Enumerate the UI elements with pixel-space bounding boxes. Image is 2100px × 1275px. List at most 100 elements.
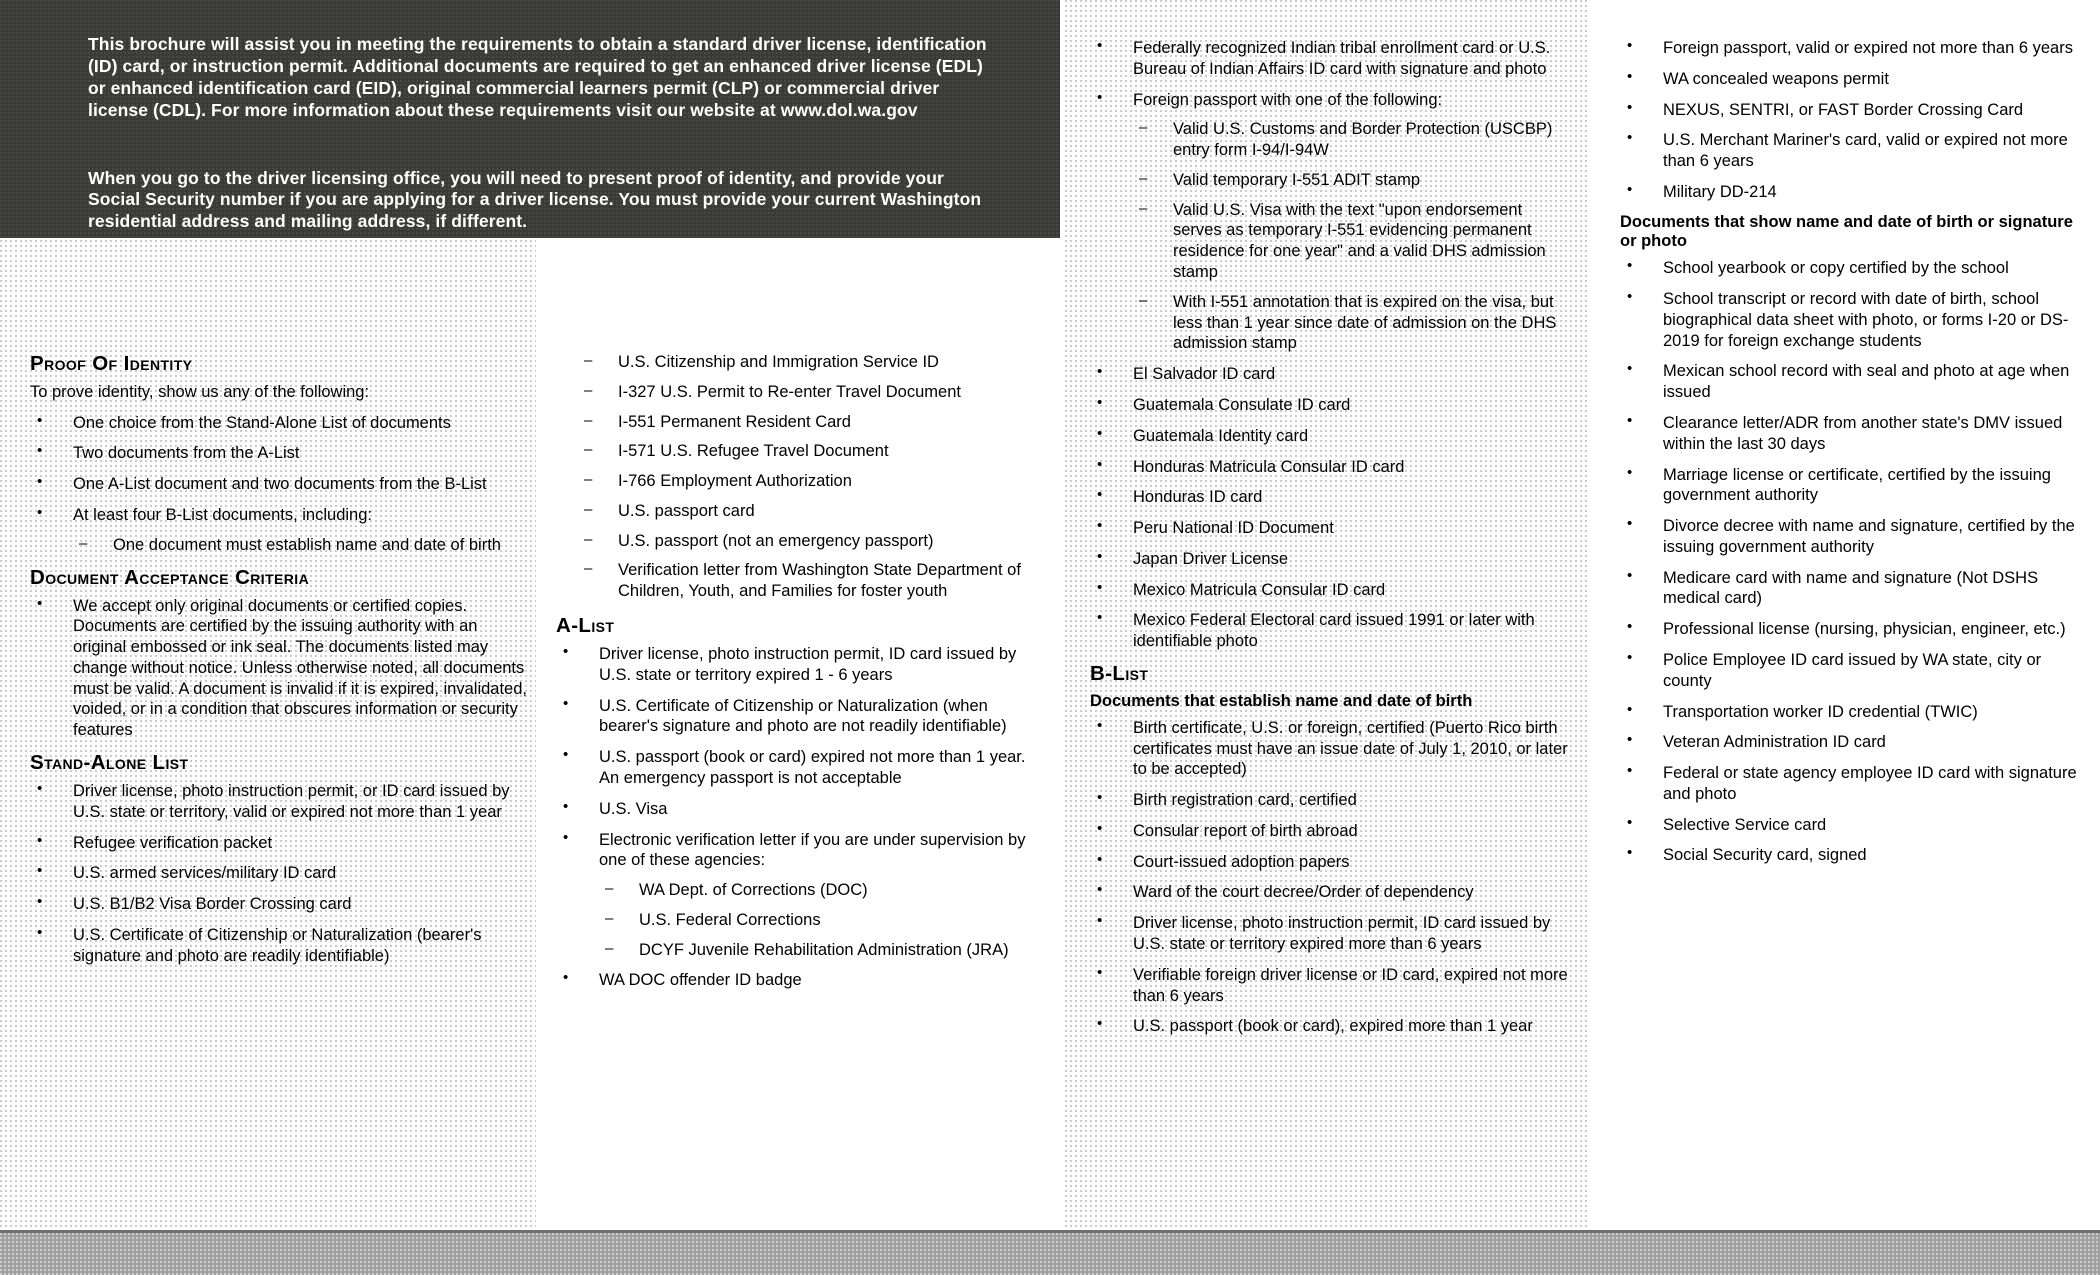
list-item: Refugee verification packet [30,832,530,854]
list-item: Valid U.S. Customs and Border Protection… [1133,119,1568,161]
list-item: Selective Service card [1620,814,2080,836]
list-item: U.S. Federal Corrections [599,910,1036,931]
stand-alone-list-continued: U.S. Citizenship and Immigration Service… [556,352,1036,602]
list-item: One A-List document and two documents fr… [30,473,530,495]
a-list-continued: Federally recognized Indian tribal enrol… [1090,37,1568,652]
list-item: Consular report of birth abroad [1090,820,1568,842]
list-item: U.S. Merchant Mariner's card, valid or e… [1620,129,2080,172]
list-item: U.S. passport (book or card) expired not… [556,746,1036,789]
list-item: Marriage license or certificate, certifi… [1620,464,2080,507]
list-item: Divorce decree with name and signature, … [1620,515,2080,558]
intro-paragraph-1: This brochure will assist you in meeting… [88,34,987,120]
document-acceptance-heading: Document acceptance criteria [30,565,310,589]
intro-banner: This brochure will assist you in meeting… [0,0,1060,238]
list-item: Federally recognized Indian tribal enrol… [1090,37,1568,80]
list-item: At least four B-List documents, includin… [30,504,530,556]
list-item-label: Electronic verification letter if you ar… [599,830,1026,870]
list-item: U.S. passport (book or card), expired mo… [1090,1015,1568,1037]
list-item: Honduras ID card [1090,486,1568,508]
list-item: I-551 Permanent Resident Card [556,412,1036,433]
list-item: Medicare card with name and signature (N… [1620,567,2080,610]
column-4: Foreign passport, valid or expired not m… [1620,37,2080,876]
proof-of-identity-list: One choice from the Stand-Alone List of … [30,412,530,556]
list-item: U.S. Visa [556,798,1036,820]
list-item: Mexico Matricula Consular ID card [1090,579,1568,601]
list-item: Two documents from the A-List [30,442,530,464]
brochure-page: This brochure will assist you in meeting… [0,0,2100,1275]
list-item: Social Security card, signed [1620,844,2080,866]
list-item: With I-551 annotation that is expired on… [1133,292,1568,354]
list-item: One document must establish name and dat… [73,535,530,556]
list-item-label: Foreign passport with one of the followi… [1133,90,1443,109]
bottom-strip [0,1233,2100,1275]
foreign-passport-sublist: Valid U.S. Customs and Border Protection… [1133,119,1568,354]
stand-alone-list-heading: Stand-Alone List [30,751,189,774]
list-item: Ward of the court decree/Order of depend… [1090,881,1568,903]
list-item: Birth certificate, U.S. or foreign, cert… [1090,717,1568,780]
list-item: U.S. armed services/military ID card [30,862,530,884]
list-item: Police Employee ID card issued by WA sta… [1620,649,2080,692]
list-item: One choice from the Stand-Alone List of … [30,412,530,434]
list-item: El Salvador ID card [1090,363,1568,385]
list-item: U.S. Citizenship and Immigration Service… [556,352,1036,373]
list-item: Driver license, photo instruction permit… [30,780,530,823]
list-item: Clearance letter/ADR from another state'… [1620,412,2080,455]
list-item: Japan Driver License [1090,548,1568,570]
list-item: DCYF Juvenile Rehabilitation Administrat… [599,940,1036,961]
list-item: Veteran Administration ID card [1620,731,2080,753]
list-item: Valid temporary I-551 ADIT stamp [1133,170,1568,191]
list-item: U.S. Certificate of Citizenship or Natur… [556,695,1036,738]
proof-of-identity-heading: Proof of identity [30,352,193,375]
list-item: U.S. Certificate of Citizenship or Natur… [30,924,530,967]
list-item: Verifiable foreign driver license or ID … [1090,964,1568,1007]
list-item: School transcript or record with date of… [1620,288,2080,351]
list-item: Electronic verification letter if you ar… [556,829,1036,961]
stand-alone-list: Driver license, photo instruction permit… [30,780,530,967]
list-item: I-571 U.S. Refugee Travel Document [556,441,1036,462]
a-list: Driver license, photo instruction permit… [556,643,1036,991]
column-3: Federally recognized Indian tribal enrol… [1090,37,1568,1047]
proof-of-identity-lead: To prove identity, show us any of the fo… [30,383,370,401]
list-item: Federal or state agency employee ID card… [1620,762,2080,805]
intro-paragraph-2: When you go to the driver licensing offi… [88,167,982,232]
list-item: WA Dept. of Corrections (DOC) [599,880,1036,901]
list-item: We accept only original documents or cer… [30,595,530,741]
list-item: U.S. passport card [556,501,1036,522]
b-list-name-dob-sig-photo-subheading: Documents that show name and date of bir… [1620,212,2073,251]
b-list-name-dob-subheading: Documents that establish name and date o… [1090,691,1473,710]
list-item: Mexican school record with seal and phot… [1620,360,2080,403]
list-item: Peru National ID Document [1090,517,1568,539]
b-list-name-dob-list-continued: Foreign passport, valid or expired not m… [1620,37,2080,203]
b-list-name-dob-list: Birth certificate, U.S. or foreign, cert… [1090,717,1568,1037]
list-item: Driver license, photo instruction permit… [1090,912,1568,955]
a-list-agency-sublist: WA Dept. of Corrections (DOC) U.S. Feder… [599,880,1036,960]
column-1: Proof of identity To prove identity, sho… [30,352,530,976]
list-item: Guatemala Identity card [1090,425,1568,447]
list-item: Foreign passport, valid or expired not m… [1620,37,2080,59]
list-item: NEXUS, SENTRI, or FAST Border Crossing C… [1620,99,2080,121]
list-item: WA concealed weapons permit [1620,68,2080,90]
list-item: Honduras Matricula Consular ID card [1090,456,1568,478]
list-item: I-327 U.S. Permit to Re-enter Travel Doc… [556,382,1036,403]
list-item: Verification letter from Washington Stat… [556,560,1036,602]
list-item: School yearbook or copy certified by the… [1620,257,2080,279]
list-item: Military DD-214 [1620,181,2080,203]
list-item: Transportation worker ID credential (TWI… [1620,701,2080,723]
column-2: U.S. Citizenship and Immigration Service… [556,352,1036,1001]
list-item: Guatemala Consulate ID card [1090,394,1568,416]
list-item: Court-issued adoption papers [1090,851,1568,873]
list-item-label: At least four B-List documents, includin… [73,505,372,524]
list-item: I-766 Employment Authorization [556,471,1036,492]
list-item: Valid U.S. Visa with the text "upon endo… [1133,200,1568,283]
list-item: WA DOC offender ID badge [556,969,1036,991]
b-list-name-dob-sig-photo-list: School yearbook or copy certified by the… [1620,257,2080,866]
list-item: Mexico Federal Electoral card issued 199… [1090,609,1568,652]
list-item: Birth registration card, certified [1090,789,1568,811]
list-item: Foreign passport with one of the followi… [1090,89,1568,355]
list-item: Driver license, photo instruction permit… [556,643,1036,686]
a-list-heading: A-List [556,614,615,638]
proof-of-identity-sublist: One document must establish name and dat… [73,535,530,556]
list-item: Professional license (nursing, physician… [1620,618,2080,640]
b-list-heading: B-List [1090,661,1149,685]
list-item: U.S. passport (not an emergency passport… [556,531,1036,552]
